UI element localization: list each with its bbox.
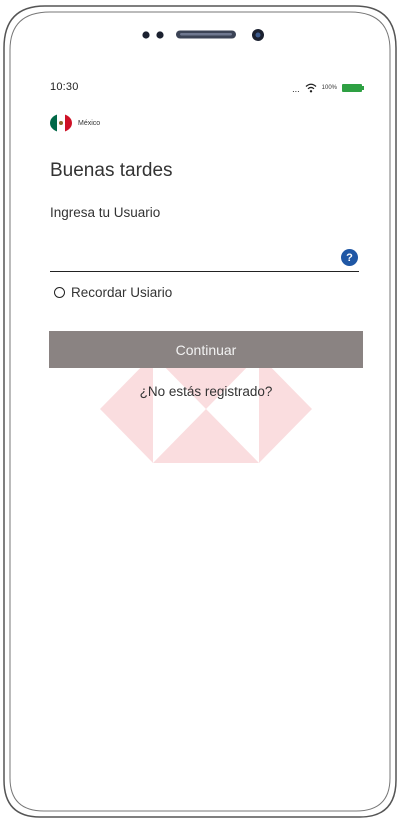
radio-circle-icon[interactable] — [54, 287, 65, 298]
status-time: 10:30 — [50, 81, 79, 93]
status-bar: 10:30 ... 100% — [50, 80, 364, 96]
mexico-flag-icon — [50, 114, 72, 132]
register-link[interactable]: ¿No estás registrado? — [0, 384, 400, 399]
greeting-title: Buenas tardes — [50, 160, 173, 181]
user-field-label: Ingresa tu Usuario — [50, 205, 161, 220]
wifi-icon — [305, 83, 317, 93]
brand-logo-watermark — [100, 355, 312, 463]
battery-percent: 100% — [321, 85, 337, 91]
app-screen: 10:30 ... 100% México Buenas tardes Ingr… — [0, 0, 400, 821]
help-icon[interactable]: ? — [341, 249, 358, 266]
signal-icon: ... — [292, 83, 300, 94]
country-name: México — [78, 119, 101, 127]
remember-user-radio[interactable]: Recordar Usiario — [54, 285, 172, 300]
battery-icon — [342, 84, 364, 92]
status-indicators: ... 100% — [292, 80, 364, 96]
continue-button[interactable]: Continuar — [49, 331, 363, 368]
username-input[interactable] — [50, 240, 359, 272]
country-selector[interactable]: México — [50, 114, 100, 132]
remember-user-label: Recordar Usiario — [71, 285, 173, 300]
